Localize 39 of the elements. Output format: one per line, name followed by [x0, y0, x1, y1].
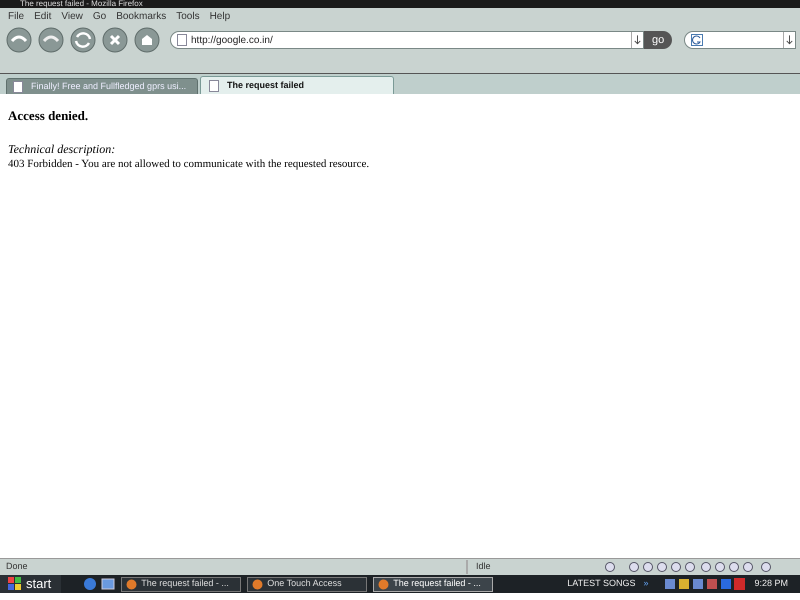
- page-icon: [209, 80, 219, 92]
- menu-item[interactable]: Go: [92, 8, 106, 24]
- desktop-icon[interactable]: [101, 577, 116, 591]
- stop-icon[interactable]: [102, 27, 128, 53]
- search-field[interactable]: [684, 31, 796, 49]
- tab[interactable]: The request failed: [200, 76, 394, 94]
- app-icon: [126, 578, 138, 590]
- menu-item[interactable]: View: [61, 8, 83, 24]
- taskbar-button[interactable]: The request failed - ...: [121, 576, 242, 592]
- address-text: http://google.co.in/: [191, 34, 274, 48]
- go-button[interactable]: go: [644, 31, 672, 49]
- browser-icon[interactable]: [83, 577, 98, 591]
- home-icon[interactable]: [134, 27, 160, 53]
- menu-item[interactable]: Edit: [34, 8, 52, 24]
- toolbar-label: LATEST SONGS: [567, 577, 636, 590]
- dropdown-arrow-icon[interactable]: [783, 32, 796, 48]
- tray-icons-drawing[interactable]: [664, 578, 744, 590]
- windows-logo-icon: [8, 577, 22, 591]
- window-title: The request failed - Mozilla Firefox: [20, 0, 143, 8]
- search-engine-icon[interactable]: [691, 34, 704, 46]
- clock: 9:28 PM: [754, 577, 788, 590]
- taskbar-button[interactable]: One Touch Access: [247, 576, 368, 592]
- menu-item[interactable]: File: [8, 8, 24, 24]
- description-label: Technical description:: [8, 142, 116, 156]
- app-icon: [252, 578, 264, 590]
- address-field[interactable]: http://google.co.in/: [170, 31, 644, 49]
- start-button[interactable]: start: [0, 575, 62, 593]
- reload-icon[interactable]: [70, 27, 96, 53]
- menu-item[interactable]: Bookmarks: [116, 8, 166, 24]
- description-text: 403 Forbidden - You are not allowed to communicate with the requested resource.: [8, 156, 370, 172]
- dropdown-arrow-icon[interactable]: [631, 32, 643, 48]
- menu-item[interactable]: Help: [210, 8, 230, 24]
- chevron-button[interactable]: »: [643, 577, 648, 591]
- taskbar-button[interactable]: The request failed - ...: [373, 576, 494, 592]
- menu-item[interactable]: Tools: [176, 8, 200, 24]
- page-icon: [177, 34, 187, 46]
- page-heading: Access denied.: [8, 107, 90, 125]
- status-text: Done: [5, 560, 29, 574]
- app-icon: [378, 578, 390, 590]
